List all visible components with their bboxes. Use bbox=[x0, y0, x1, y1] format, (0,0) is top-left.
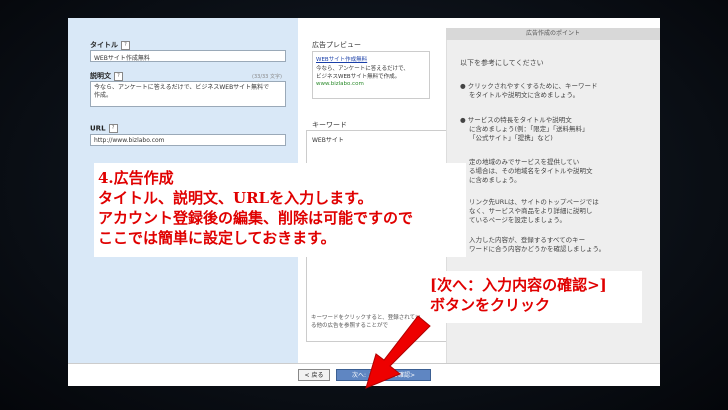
callout-line: ここでは簡単に設定しておきます。 bbox=[98, 229, 336, 247]
tip-item: 定の地域のみでサービスを提供してい る場合は、その地域名をタイトルや説明文 に含… bbox=[469, 158, 593, 184]
description-line: 今なら、アンケートに答えるだけで、ビジネスWEBサイト無料で bbox=[94, 84, 270, 91]
callout-line: ボタンをクリック bbox=[430, 296, 551, 314]
description-label: 説明文? bbox=[90, 71, 123, 81]
tip-item: ● サービスの特長をタイトルや説明文 に含めましょう(例：「限定」「送料無料」 … bbox=[460, 116, 589, 142]
preview-ad-line: ビジネスWEBサイト無料で作成。 bbox=[316, 74, 401, 80]
url-field[interactable]: http://www.bizlabo.com bbox=[90, 134, 286, 146]
callout-line: アカウント登録後の編集、削除は可能ですので bbox=[98, 209, 414, 227]
preview-title: 広告プレビュー bbox=[312, 41, 361, 49]
preview-ad-line: 今なら、アンケートに答えるだけで、 bbox=[316, 66, 409, 72]
bullet-icon: ● bbox=[460, 82, 466, 90]
callout-line: [次へ：入力内容の確認>] bbox=[430, 276, 607, 294]
preview-ad-title: WEBサイト作成無料 bbox=[316, 57, 368, 63]
title-label: タイトル? bbox=[90, 40, 130, 50]
preview-ad-url: www.bizlabo.com bbox=[316, 81, 364, 87]
description-field[interactable]: 今なら、アンケートに答えるだけで、ビジネスWEBサイト無料で 作成。 bbox=[90, 81, 286, 107]
instruction-callout: 4.広告作成 タイトル、説明文、URLを入力します。 アカウント登録後の編集、削… bbox=[94, 163, 466, 257]
button-callout: [次へ：入力内容の確認>] ボタンをクリック bbox=[424, 271, 642, 323]
url-label: URL? bbox=[90, 124, 118, 133]
back-button[interactable]: < 戻る bbox=[298, 369, 330, 381]
tips-header: 広告作成のポイント bbox=[446, 28, 660, 40]
pointer-arrow-icon bbox=[365, 315, 431, 389]
bullet-icon: ● bbox=[460, 116, 466, 124]
help-icon[interactable]: ? bbox=[114, 71, 123, 81]
tip-item: ● クリックされやすくするために、キーワード をタイトルや説明文に含めましょう。 bbox=[460, 82, 598, 99]
callout-line: タイトル、説明文、URLを入力します。 bbox=[98, 189, 373, 207]
keyword-item[interactable]: WEBサイト bbox=[312, 135, 344, 144]
character-counter: (33/33 文字) bbox=[252, 74, 282, 80]
keywords-title: キーワード bbox=[312, 121, 347, 129]
help-icon[interactable]: ? bbox=[108, 124, 118, 133]
description-line: 作成。 bbox=[94, 92, 113, 99]
help-icon[interactable]: ? bbox=[121, 40, 130, 50]
title-field[interactable]: WEBサイト作成無料 bbox=[90, 50, 286, 62]
tip-item: リンク先URLは、サイトのトップページでは なく、サービスや商品をより詳細に説明… bbox=[469, 198, 599, 224]
callout-line: 4.広告作成 bbox=[98, 169, 174, 187]
tips-intro: 以下を参考にしてください bbox=[460, 59, 544, 67]
tip-item: 入力した内容が、登録するすべてのキー ワードに合う内容かどうかを確認しましょう。 bbox=[469, 236, 606, 253]
